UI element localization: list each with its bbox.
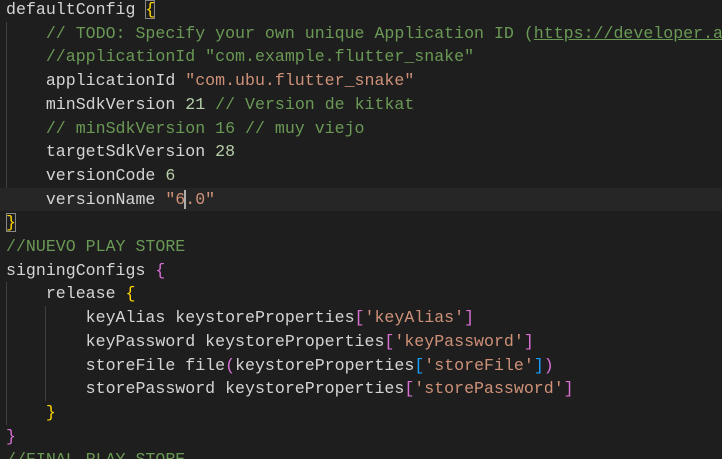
token-plain: versionCode: [45, 165, 166, 185]
token-plain: minSdkVersion: [45, 94, 186, 114]
token-brace2: [: [384, 331, 395, 351]
token-brace3: [: [414, 355, 425, 375]
token-brace2: {: [155, 260, 166, 280]
token-brace2: ]: [523, 331, 534, 351]
token-brace2: ]: [563, 379, 574, 399]
token-plain: storeFile file: [85, 355, 226, 375]
code-line[interactable]: }: [0, 425, 16, 449]
code-line[interactable]: defaultConfig {: [0, 0, 156, 22]
token-brace2: [: [404, 379, 415, 399]
token-comment: //applicationId "com.example.flutter_sna…: [45, 47, 475, 67]
token-number: 6: [165, 165, 176, 185]
token-brace2: }: [6, 426, 16, 446]
code-line[interactable]: }: [0, 211, 16, 235]
token-string: .0": [185, 189, 216, 209]
token-brace2: (: [225, 355, 236, 375]
token-brace2: ]: [464, 308, 475, 328]
code-line[interactable]: targetSdkVersion 28: [0, 140, 235, 164]
code-line[interactable]: keyPassword keystoreProperties['keyPassw…: [0, 330, 534, 354]
code-editor[interactable]: defaultConfig { // TODO: Specify your ow…: [0, 0, 722, 459]
token-string: 'storePassword': [414, 379, 564, 399]
token-plain: keystoreProperties: [235, 355, 415, 375]
token-number: 28: [215, 142, 236, 162]
token-comment: //FINAL PLAY STORE: [6, 450, 185, 459]
token-plain: applicationId: [45, 71, 186, 91]
code-line[interactable]: //NUEVO PLAY STORE: [0, 235, 185, 259]
code-line[interactable]: release {: [0, 282, 136, 306]
token-plain: signingConfigs: [6, 260, 156, 280]
token-comment: //NUEVO PLAY STORE: [6, 237, 186, 256]
token-brace1: }: [6, 213, 16, 233]
token-plain: keyAlias keystoreProperties: [85, 308, 355, 328]
token-plain: storePassword keystoreProperties: [85, 379, 405, 399]
token-comment: // TODO: Specify your own unique Applica…: [45, 23, 534, 43]
code-line[interactable]: versionCode 6: [0, 164, 175, 188]
token-string: "6: [165, 189, 186, 209]
code-line[interactable]: applicationId "com.ubu.flutter_snake": [0, 69, 414, 93]
token-link[interactable]: https://developer.android.com/studio/bui…: [534, 24, 722, 43]
code-line[interactable]: storePassword keystoreProperties['storeP…: [0, 377, 574, 401]
token-comment: // Version de kitkat: [215, 94, 415, 114]
code-line[interactable]: keyAlias keystoreProperties['keyAlias']: [0, 306, 474, 330]
token-plain: keyPassword keystoreProperties: [85, 331, 385, 351]
token-brace1: {: [145, 0, 156, 19]
code-line-current[interactable]: versionName "6.0": [0, 187, 722, 212]
token-string: 'storeFile': [424, 355, 534, 375]
token-brace2: ): [543, 355, 554, 375]
code-line[interactable]: }: [0, 401, 56, 425]
token-number: 21: [185, 94, 206, 114]
code-line[interactable]: storeFile file(keystoreProperties['store…: [0, 354, 554, 378]
token-brace2: [: [354, 308, 365, 328]
token-brace1: }: [45, 402, 56, 422]
token-brace3: ]: [533, 355, 544, 375]
token-plain: defaultConfig: [6, 0, 146, 19]
token-string: 'keyPassword': [394, 331, 524, 351]
token-comment: // minSdkVersion 16 // muy viejo: [45, 118, 365, 138]
token-plain: versionName: [45, 189, 166, 209]
token-string: 'keyAlias': [364, 308, 465, 328]
code-line[interactable]: // minSdkVersion 16 // muy viejo: [0, 117, 365, 141]
code-line[interactable]: // TODO: Specify your own unique Applica…: [0, 22, 722, 46]
token-brace1: {: [125, 284, 136, 304]
token-plain: release: [45, 284, 126, 304]
code-line[interactable]: //applicationId "com.example.flutter_sna…: [0, 45, 474, 69]
code-line[interactable]: minSdkVersion 21 // Version de kitkat: [0, 93, 414, 117]
token-string: "com.ubu.flutter_snake": [185, 71, 415, 91]
token-plain: targetSdkVersion: [45, 142, 216, 162]
code-line[interactable]: signingConfigs {: [0, 259, 165, 283]
code-line[interactable]: //FINAL PLAY STORE: [0, 448, 185, 459]
